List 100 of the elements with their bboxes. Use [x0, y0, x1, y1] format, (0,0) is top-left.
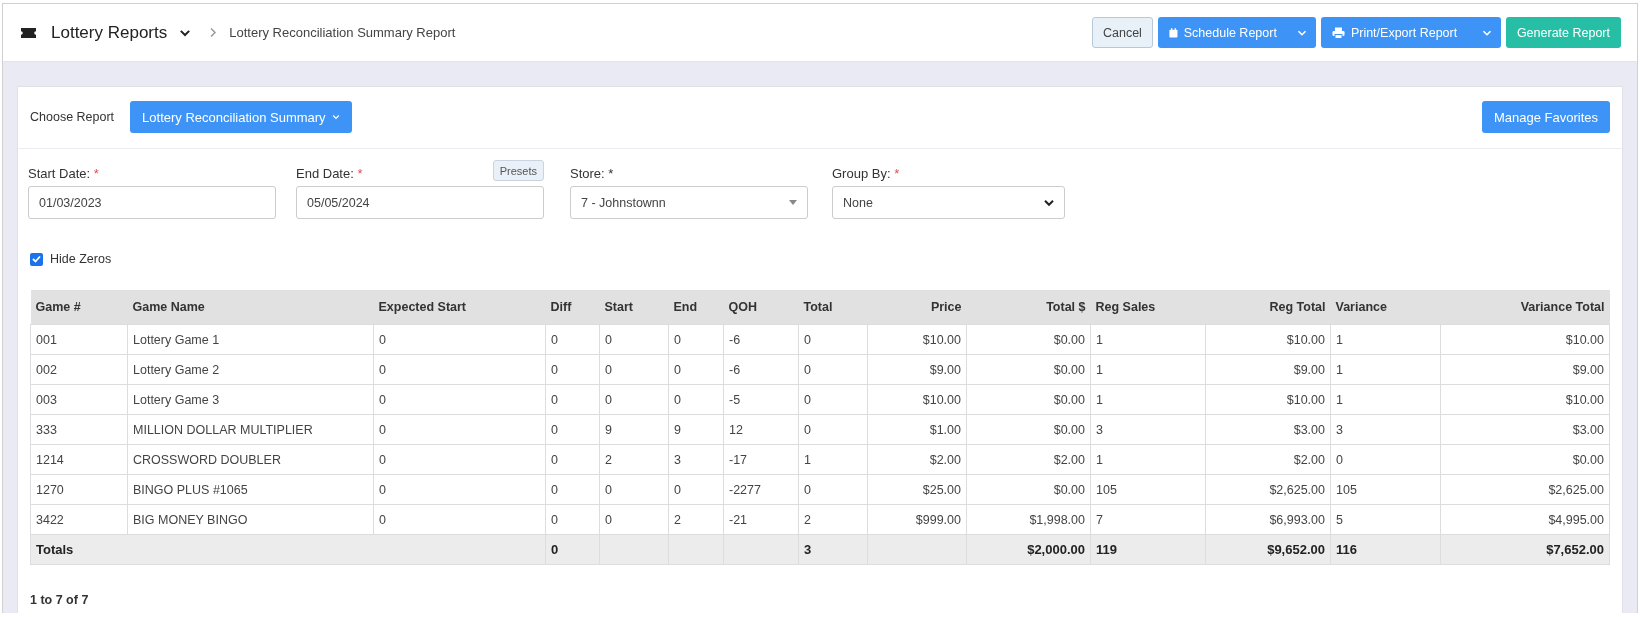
date-field[interactable]: 05/05/2024 — [296, 186, 544, 219]
table-cell: 0 — [373, 324, 546, 355]
table-cell: $1,998.00 — [966, 504, 1091, 535]
table-cell: $9.00 — [1205, 354, 1331, 385]
table-cell: 0 — [798, 384, 868, 415]
table-cell: 0 — [668, 324, 724, 355]
table-cell: $10.00 — [1205, 384, 1331, 415]
ticket-icon — [20, 26, 37, 39]
table-cell: 0 — [798, 324, 868, 355]
presets-button[interactable]: Presets — [492, 160, 544, 181]
table-cell: 3 — [1330, 414, 1441, 445]
table-cell: $3.00 — [1205, 414, 1331, 445]
table-cell: 0 — [373, 504, 546, 535]
table-cell: 1214 — [30, 444, 128, 475]
field-label: Store: — [570, 166, 605, 181]
table-cell: 1 — [798, 444, 868, 475]
table-cell: MILLION DOLLAR MULTIPLIER — [127, 414, 374, 445]
table-cell: 0 — [599, 384, 669, 415]
total-cell: 119 — [1090, 534, 1206, 565]
checkbox[interactable] — [30, 252, 43, 266]
table-cell: 0 — [1330, 444, 1441, 475]
column-header: Game Name — [127, 290, 374, 325]
pagination-info: 1 to 7 of 7 — [30, 593, 90, 607]
table-cell: 0 — [373, 384, 546, 415]
table-cell: 0 — [545, 504, 600, 535]
group-by-select[interactable]: None — [832, 186, 1065, 219]
calendar-icon — [1168, 26, 1178, 39]
table-cell: 0 — [373, 354, 546, 385]
column-header: Total — [798, 290, 868, 325]
table-cell: 105 — [1090, 474, 1206, 505]
total-cell: $9,652.00 — [1205, 534, 1331, 565]
total-cell: 3 — [798, 534, 868, 565]
column-header: End — [668, 290, 724, 325]
table-cell: -5 — [723, 384, 799, 415]
printer-icon — [1331, 26, 1345, 39]
table-cell: $9.00 — [867, 354, 967, 385]
table-cell: 0 — [545, 354, 600, 385]
table-cell: $0.00 — [966, 354, 1091, 385]
table-cell: 333 — [30, 414, 128, 445]
column-header: Reg Total — [1205, 290, 1331, 325]
total-cell: $2,000.00 — [966, 534, 1091, 565]
table-cell: 1 — [1330, 384, 1441, 415]
column-header: Price — [867, 290, 967, 325]
table-cell: 0 — [599, 354, 669, 385]
table-cell: 0 — [668, 474, 724, 505]
table-cell: 0 — [668, 384, 724, 415]
column-header: Start — [599, 290, 669, 325]
table-cell: -6 — [723, 324, 799, 355]
table-cell: $0.00 — [966, 324, 1091, 355]
table-cell: CROSSWORD DOUBLER — [127, 444, 374, 475]
column-header: Diff — [545, 290, 600, 325]
table-cell: 5 — [1330, 504, 1441, 535]
table-cell: 0 — [373, 414, 546, 445]
table-cell: Lottery Game 2 — [127, 354, 374, 385]
table-cell: 0 — [545, 324, 600, 355]
required-mark: * — [93, 166, 99, 181]
table-cell: $2,625.00 — [1205, 474, 1331, 505]
table-cell: 1 — [1330, 324, 1441, 355]
column-header: Expected Start — [373, 290, 546, 325]
total-cell: $7,652.00 — [1440, 534, 1610, 565]
table-cell: 0 — [599, 324, 669, 355]
table-cell: $9.00 — [1440, 354, 1610, 385]
table-cell: 1 — [1090, 444, 1206, 475]
chevron-down-icon — [331, 113, 340, 121]
table-cell: $2.00 — [966, 444, 1091, 475]
totals-label: Totals — [30, 534, 546, 565]
table-cell: 2 — [798, 504, 868, 535]
app-title: Lottery Reports — [51, 22, 168, 43]
table-cell: 002 — [30, 354, 128, 385]
cancel-button[interactable]: Cancel — [1091, 17, 1153, 48]
store-dropdown[interactable]: 7 - Johnstownn — [570, 186, 808, 219]
table-cell: $2.00 — [1205, 444, 1331, 475]
table-cell: $0.00 — [966, 474, 1091, 505]
table-cell: $10.00 — [1205, 324, 1331, 355]
table-cell: $3.00 — [1440, 414, 1610, 445]
table-cell: 105 — [1330, 474, 1441, 505]
table-cell: 2 — [599, 444, 669, 475]
table-cell: $10.00 — [867, 384, 967, 415]
table-cell: $25.00 — [867, 474, 967, 505]
field-label: End Date: — [296, 166, 354, 181]
column-header: Reg Sales — [1090, 290, 1206, 325]
table-cell: 7 — [1090, 504, 1206, 535]
total-cell: 0 — [545, 534, 600, 565]
table-cell: $6,993.00 — [1205, 504, 1331, 535]
chevron-right-icon — [209, 27, 218, 38]
table-cell: 003 — [30, 384, 128, 415]
table-cell: 0 — [668, 354, 724, 385]
table-cell: $4,995.00 — [1440, 504, 1610, 535]
table-cell: $2.00 — [867, 444, 967, 475]
table-cell: $2,625.00 — [1440, 474, 1610, 505]
required-mark: * — [894, 166, 900, 181]
table-cell: 3 — [1090, 414, 1206, 445]
table-cell: 9 — [599, 414, 669, 445]
choose-report-label: Choose Report — [30, 110, 115, 124]
table-cell: $0.00 — [966, 384, 1091, 415]
date-field[interactable]: 01/03/2023 — [28, 186, 276, 219]
table-cell: $10.00 — [867, 324, 967, 355]
table-cell: 1 — [1330, 354, 1441, 385]
table-cell: $0.00 — [966, 414, 1091, 445]
table-cell: $10.00 — [1440, 384, 1610, 415]
